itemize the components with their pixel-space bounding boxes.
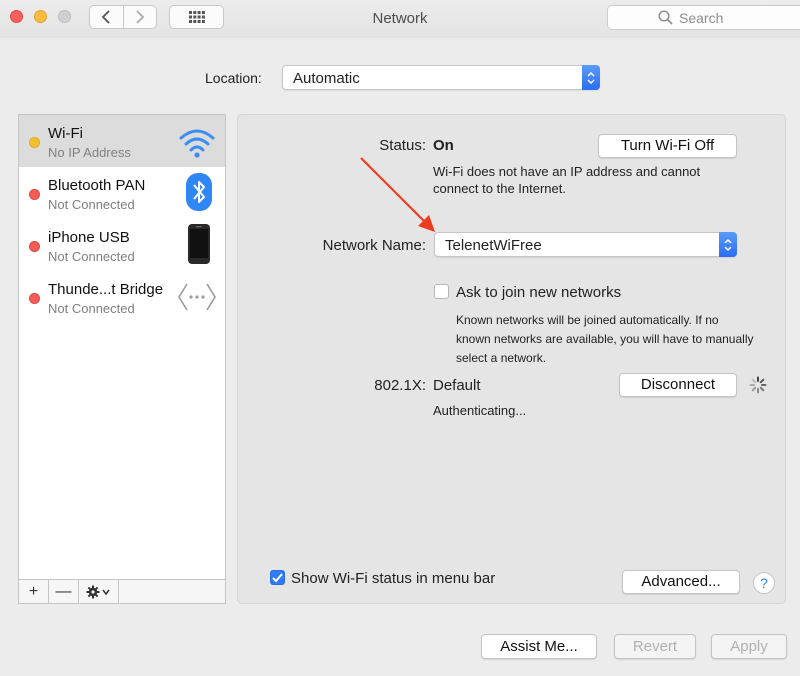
location-label: Location:: [205, 70, 262, 86]
ask-join-label[interactable]: Ask to join new networks: [456, 284, 621, 301]
iphone-icon: [188, 224, 210, 264]
dot1x-value: Default: [433, 377, 481, 394]
help-button[interactable]: ?: [753, 572, 775, 594]
status-description: Wi-Fi does not have an IP address and ca…: [433, 164, 701, 196]
show-wifi-status-label[interactable]: Show Wi-Fi status in menu bar: [291, 570, 495, 587]
dot1x-label: 802.1X:: [374, 377, 426, 394]
service-item-wifi[interactable]: Wi-Fi No IP Address: [19, 115, 225, 167]
service-item-bluetooth-pan[interactable]: Bluetooth PAN Not Connected: [19, 167, 225, 219]
ask-join-checkbox[interactable]: [434, 284, 449, 299]
location-popup[interactable]: Automatic: [282, 65, 600, 90]
service-status: Not Connected: [48, 197, 135, 212]
status-dot: [29, 189, 40, 200]
popup-stepper-icon: [582, 65, 600, 90]
dot1x-status: Authenticating...: [433, 403, 527, 418]
wifi-icon: [179, 129, 215, 158]
add-service-button[interactable]: +: [19, 580, 49, 603]
service-item-iphone-usb[interactable]: iPhone USB Not Connected: [19, 219, 225, 271]
checkmark-icon: [272, 572, 283, 582]
network-name-popup[interactable]: TelenetWiFree: [434, 232, 737, 257]
advanced-button[interactable]: Advanced...: [622, 570, 740, 594]
service-item-thunderbolt-bridge[interactable]: Thunde...t Bridge Not Connected: [19, 271, 225, 323]
network-name-value: TelenetWiFree: [445, 237, 542, 254]
service-name: Thunde...t Bridge: [48, 281, 164, 298]
thunderbolt-bridge-icon: [178, 283, 216, 311]
turn-wifi-off-button[interactable]: Turn Wi-Fi Off: [598, 134, 737, 158]
disconnect-button[interactable]: Disconnect: [619, 373, 737, 397]
status-dot: [29, 241, 40, 252]
assist-me-button[interactable]: Assist Me...: [481, 634, 597, 659]
bluetooth-icon: [186, 173, 212, 211]
service-status: Not Connected: [48, 249, 135, 264]
ask-join-help-text: Known networks will be joined automatica…: [456, 313, 754, 365]
popup-stepper-icon: [719, 232, 737, 257]
service-name: Wi-Fi: [48, 125, 83, 142]
title-bar: Network Search: [0, 0, 800, 38]
search-field[interactable]: Search: [607, 5, 800, 30]
service-name: iPhone USB: [48, 229, 130, 246]
revert-button[interactable]: Revert: [614, 634, 696, 659]
progress-spinner-icon: [749, 376, 767, 394]
service-list: Wi-Fi No IP Address Bluetooth PAN Not Co…: [18, 114, 226, 604]
status-dot: [29, 293, 40, 304]
service-list-toolbar: + —: [19, 579, 225, 603]
remove-service-button[interactable]: —: [49, 580, 79, 603]
action-menu-button[interactable]: [79, 580, 119, 603]
search-placeholder: Search: [679, 9, 724, 26]
show-wifi-status-checkbox[interactable]: [270, 570, 285, 585]
gear-icon: [86, 585, 110, 598]
location-value: Automatic: [293, 70, 360, 87]
service-status: Not Connected: [48, 301, 135, 316]
search-icon: [658, 10, 673, 25]
service-name: Bluetooth PAN: [48, 177, 146, 194]
apply-button[interactable]: Apply: [711, 634, 787, 659]
annotation-arrow-icon: [360, 157, 435, 232]
service-status: No IP Address: [48, 145, 131, 160]
status-dot: [29, 137, 40, 148]
